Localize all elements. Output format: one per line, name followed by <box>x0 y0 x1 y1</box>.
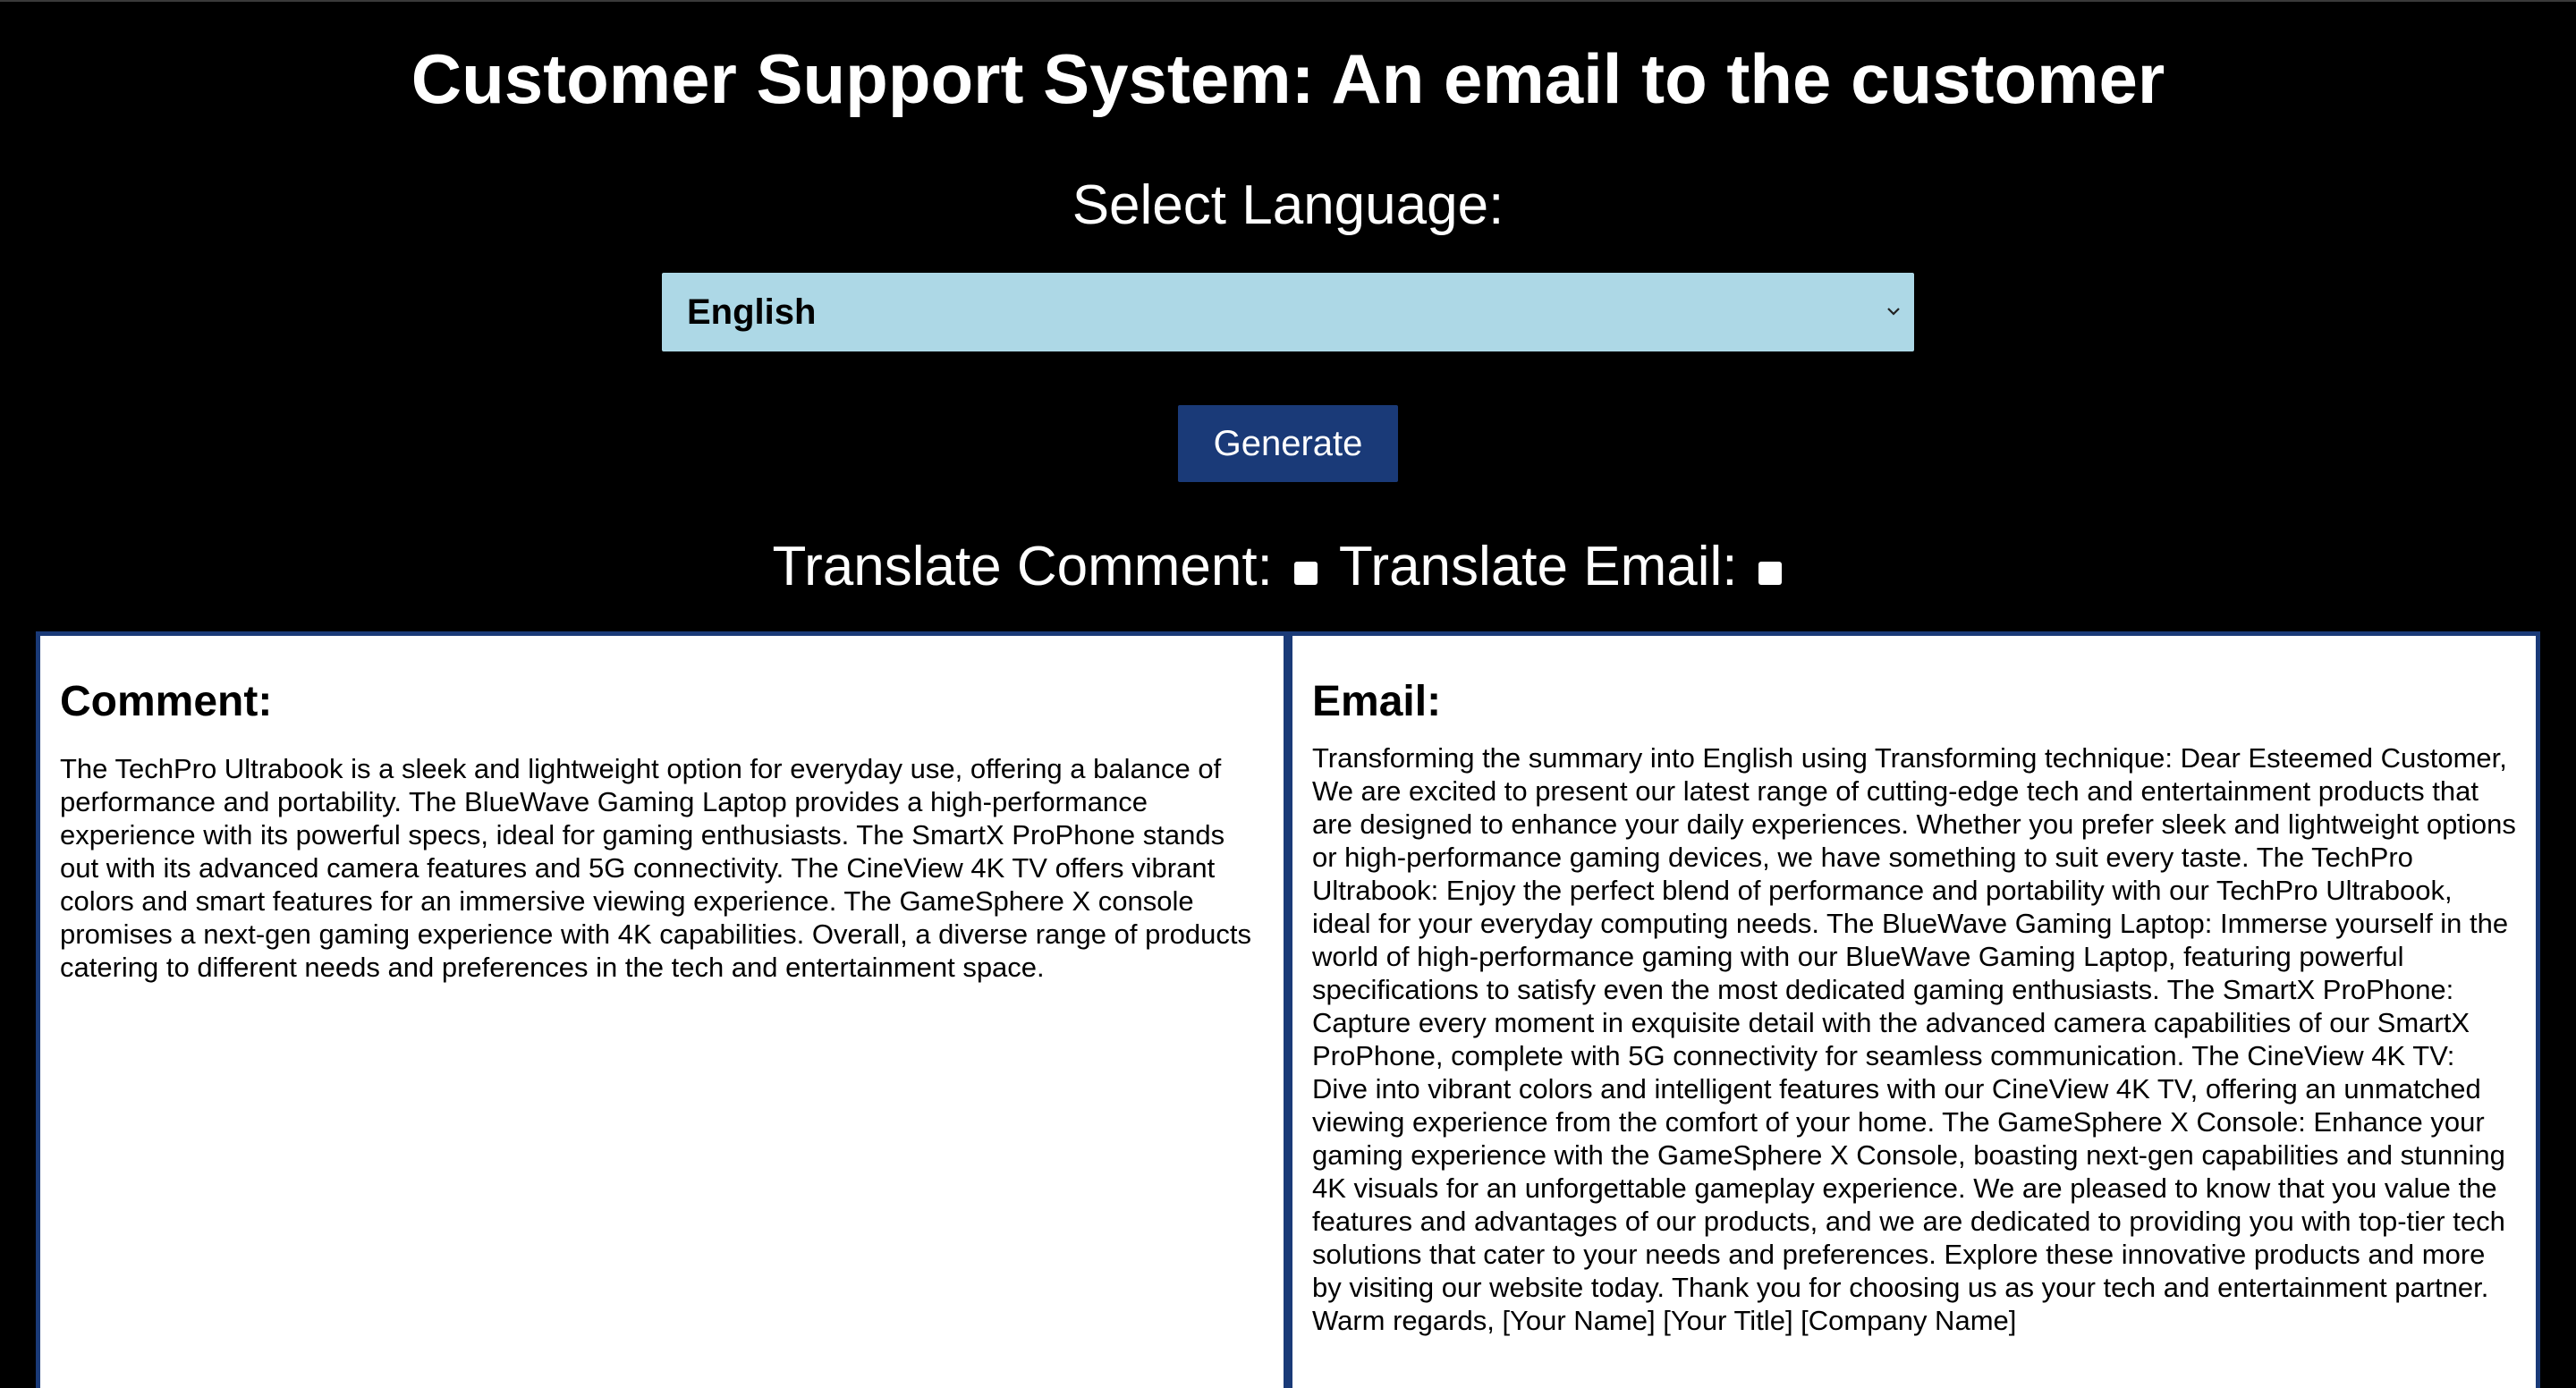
comment-text: The TechPro Ultrabook is a sleek and lig… <box>60 753 1251 983</box>
email-heading: Email: <box>1312 678 1442 725</box>
translate-comment-label: Translate Comment: <box>772 536 1273 597</box>
email-panel: Email: Transforming the summary into Eng… <box>1288 631 2540 1388</box>
comment-heading: Comment: <box>60 678 273 725</box>
language-select-value: English <box>687 292 817 332</box>
page: Customer Support System: An email to the… <box>0 0 2576 1388</box>
generate-button[interactable]: Generate <box>1178 405 1398 482</box>
comment-panel: Comment: The TechPro Ultrabook is a slee… <box>36 631 1288 1388</box>
language-select[interactable]: English <box>662 273 1914 351</box>
translate-email-label: Translate Email: <box>1338 536 1738 597</box>
page-title: Customer Support System: An email to the… <box>411 39 2165 118</box>
chevron-down-icon <box>1887 308 1900 316</box>
output-panels: Comment: The TechPro Ultrabook is a slee… <box>36 631 2540 1388</box>
translate-comment-checkbox[interactable] <box>1293 562 1318 585</box>
select-language-label: Select Language: <box>1072 174 1504 236</box>
translate-email-checkbox[interactable] <box>1758 562 1783 585</box>
translate-options: Translate Comment: Translate Email: <box>0 531 2576 603</box>
email-text: Transforming the summary into English us… <box>1312 742 2516 1336</box>
